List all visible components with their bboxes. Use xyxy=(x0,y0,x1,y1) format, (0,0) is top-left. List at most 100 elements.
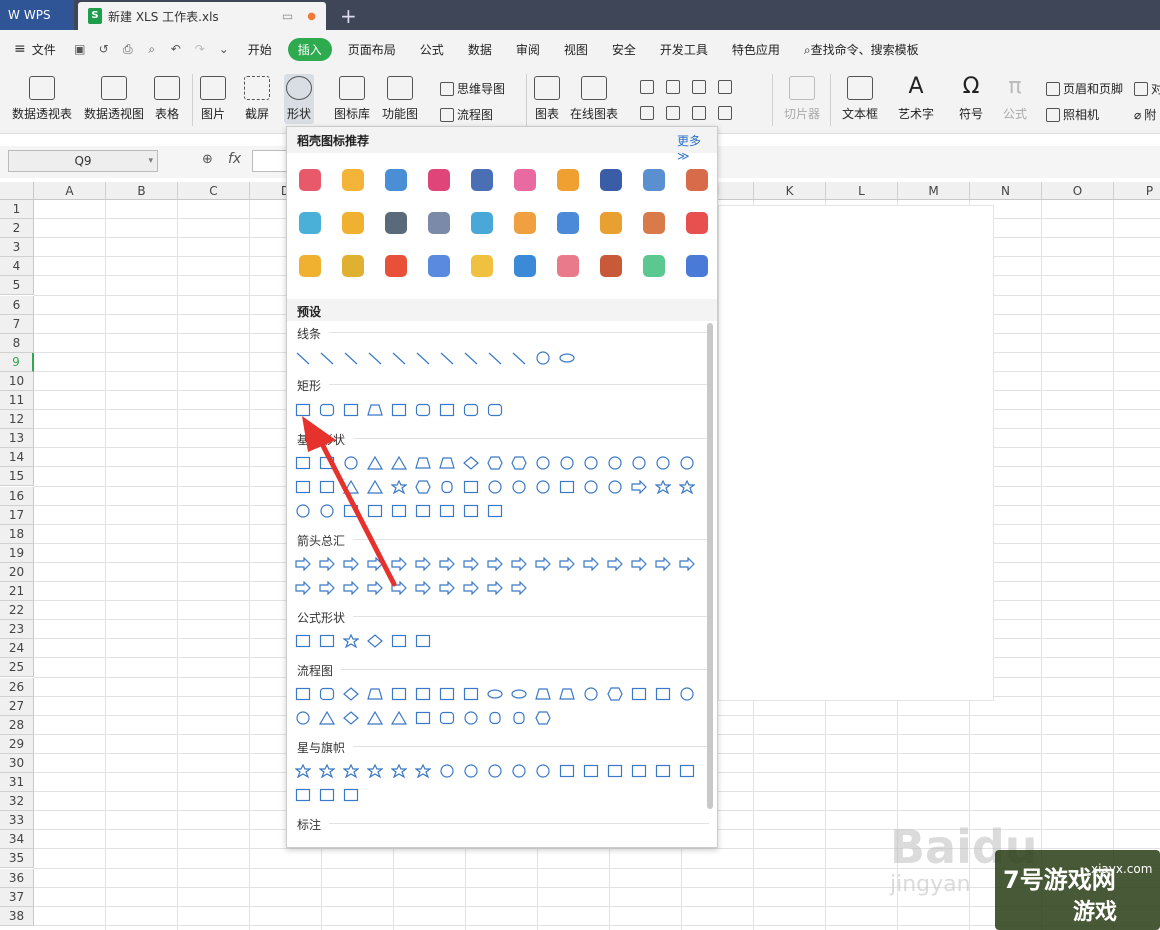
shape-option[interactable] xyxy=(391,764,407,778)
panel-scrollbar[interactable] xyxy=(707,323,713,809)
menu-formula[interactable]: 公式 xyxy=(408,41,456,58)
row-header[interactable]: 22 xyxy=(0,601,34,621)
recommend-icon[interactable] xyxy=(643,255,665,277)
shape-option[interactable] xyxy=(559,480,575,494)
pie-chart-icon[interactable] xyxy=(692,106,706,120)
shape-option[interactable] xyxy=(463,403,479,417)
shape-option[interactable] xyxy=(367,403,383,417)
symbol-button[interactable]: Ω 符号 xyxy=(958,76,984,122)
menu-developer[interactable]: 开发工具 xyxy=(648,41,720,58)
shape-option[interactable] xyxy=(343,634,359,648)
shape-option[interactable] xyxy=(367,687,383,701)
shape-option[interactable] xyxy=(391,504,407,518)
row-header[interactable]: 24 xyxy=(0,639,34,659)
line-chart-icon[interactable] xyxy=(666,80,680,94)
recommend-icon[interactable] xyxy=(299,212,321,234)
recommend-icon[interactable] xyxy=(600,255,622,277)
shape-option[interactable] xyxy=(415,764,431,778)
shape-option[interactable] xyxy=(607,456,623,470)
undo-icon[interactable]: ↶ xyxy=(169,42,183,56)
shape-option[interactable] xyxy=(535,687,551,701)
shape-option[interactable] xyxy=(679,456,695,470)
shape-option[interactable] xyxy=(487,456,503,470)
shape-option[interactable] xyxy=(367,480,383,494)
shape-option[interactable] xyxy=(295,711,311,725)
shape-option[interactable] xyxy=(487,480,503,494)
text-box-button[interactable]: 文本框 xyxy=(842,76,878,122)
shape-option[interactable] xyxy=(415,480,431,494)
row-header[interactable]: 20 xyxy=(0,562,34,582)
shape-option[interactable] xyxy=(295,403,311,417)
recommend-icon[interactable] xyxy=(299,255,321,277)
row-header[interactable]: 33 xyxy=(0,811,34,831)
row-header[interactable]: 3 xyxy=(0,238,34,258)
row-header[interactable]: 28 xyxy=(0,715,34,735)
shape-option[interactable] xyxy=(415,351,431,365)
shape-option[interactable] xyxy=(367,351,383,365)
shape-option[interactable] xyxy=(319,504,335,518)
shape-option[interactable] xyxy=(439,351,455,365)
column-header[interactable]: C xyxy=(178,182,250,200)
shape-option[interactable] xyxy=(295,456,311,470)
shape-option[interactable] xyxy=(439,711,455,725)
shape-option[interactable] xyxy=(343,711,359,725)
row-header[interactable]: 7 xyxy=(0,314,34,334)
recommend-icon[interactable] xyxy=(471,212,493,234)
row-header[interactable]: 34 xyxy=(0,830,34,850)
recommend-icon[interactable] xyxy=(557,169,579,191)
shape-option[interactable] xyxy=(415,581,431,595)
shape-option[interactable] xyxy=(439,687,455,701)
column-header[interactable]: K xyxy=(754,182,826,200)
name-box[interactable]: Q9 ▾ xyxy=(8,150,158,172)
row-header[interactable]: 35 xyxy=(0,849,34,869)
shape-option[interactable] xyxy=(487,351,503,365)
shape-option[interactable] xyxy=(631,687,647,701)
menu-view[interactable]: 视图 xyxy=(552,41,600,58)
shape-option[interactable] xyxy=(319,711,335,725)
row-header[interactable]: 18 xyxy=(0,524,34,544)
shape-option[interactable] xyxy=(367,764,383,778)
slicer-button[interactable]: 切片器 xyxy=(784,76,820,122)
document-tab[interactable]: S 新建 XLS 工作表.xls ▭ ● xyxy=(78,2,326,30)
print-preview-icon[interactable]: ⌕ xyxy=(145,42,159,56)
shape-option[interactable] xyxy=(511,687,527,701)
shape-option[interactable] xyxy=(439,504,455,518)
row-header[interactable]: 13 xyxy=(0,429,34,449)
row-header[interactable]: 26 xyxy=(0,677,34,697)
menu-security[interactable]: 安全 xyxy=(600,41,648,58)
pivot-table-button[interactable]: 数据透视表 xyxy=(12,76,72,122)
shape-option[interactable] xyxy=(391,403,407,417)
recommend-icon[interactable] xyxy=(342,169,364,191)
flow-chart-button[interactable]: 流程图 xyxy=(440,106,493,123)
stock-chart-icon[interactable] xyxy=(666,106,680,120)
shape-option[interactable] xyxy=(391,456,407,470)
shape-option[interactable] xyxy=(295,634,311,648)
recommend-icon[interactable] xyxy=(428,255,450,277)
shape-option[interactable] xyxy=(511,711,527,725)
bar-chart-icon[interactable] xyxy=(640,80,654,94)
recommend-icon[interactable] xyxy=(686,169,708,191)
recommend-icon[interactable] xyxy=(514,169,536,191)
shape-option[interactable] xyxy=(415,504,431,518)
shape-option[interactable] xyxy=(295,351,311,365)
shape-option[interactable] xyxy=(559,764,575,778)
shape-option[interactable] xyxy=(655,557,671,571)
shape-option[interactable] xyxy=(583,480,599,494)
shape-option[interactable] xyxy=(343,687,359,701)
shape-option[interactable] xyxy=(679,480,695,494)
shape-option[interactable] xyxy=(439,764,455,778)
menu-page-layout[interactable]: 页面布局 xyxy=(336,41,408,58)
shape-option[interactable] xyxy=(439,456,455,470)
shape-option[interactable] xyxy=(511,456,527,470)
save-icon[interactable]: ▣ xyxy=(73,42,87,56)
recommend-icon[interactable] xyxy=(385,169,407,191)
table-button[interactable]: 表格 xyxy=(154,76,180,122)
row-header[interactable]: 10 xyxy=(0,371,34,391)
shape-option[interactable] xyxy=(631,456,647,470)
shape-option[interactable] xyxy=(367,456,383,470)
shape-option[interactable] xyxy=(343,456,359,470)
row-header[interactable]: 23 xyxy=(0,620,34,640)
file-menu[interactable]: 文件 xyxy=(26,41,68,58)
row-header[interactable]: 5 xyxy=(0,276,34,296)
shape-option[interactable] xyxy=(535,351,551,365)
